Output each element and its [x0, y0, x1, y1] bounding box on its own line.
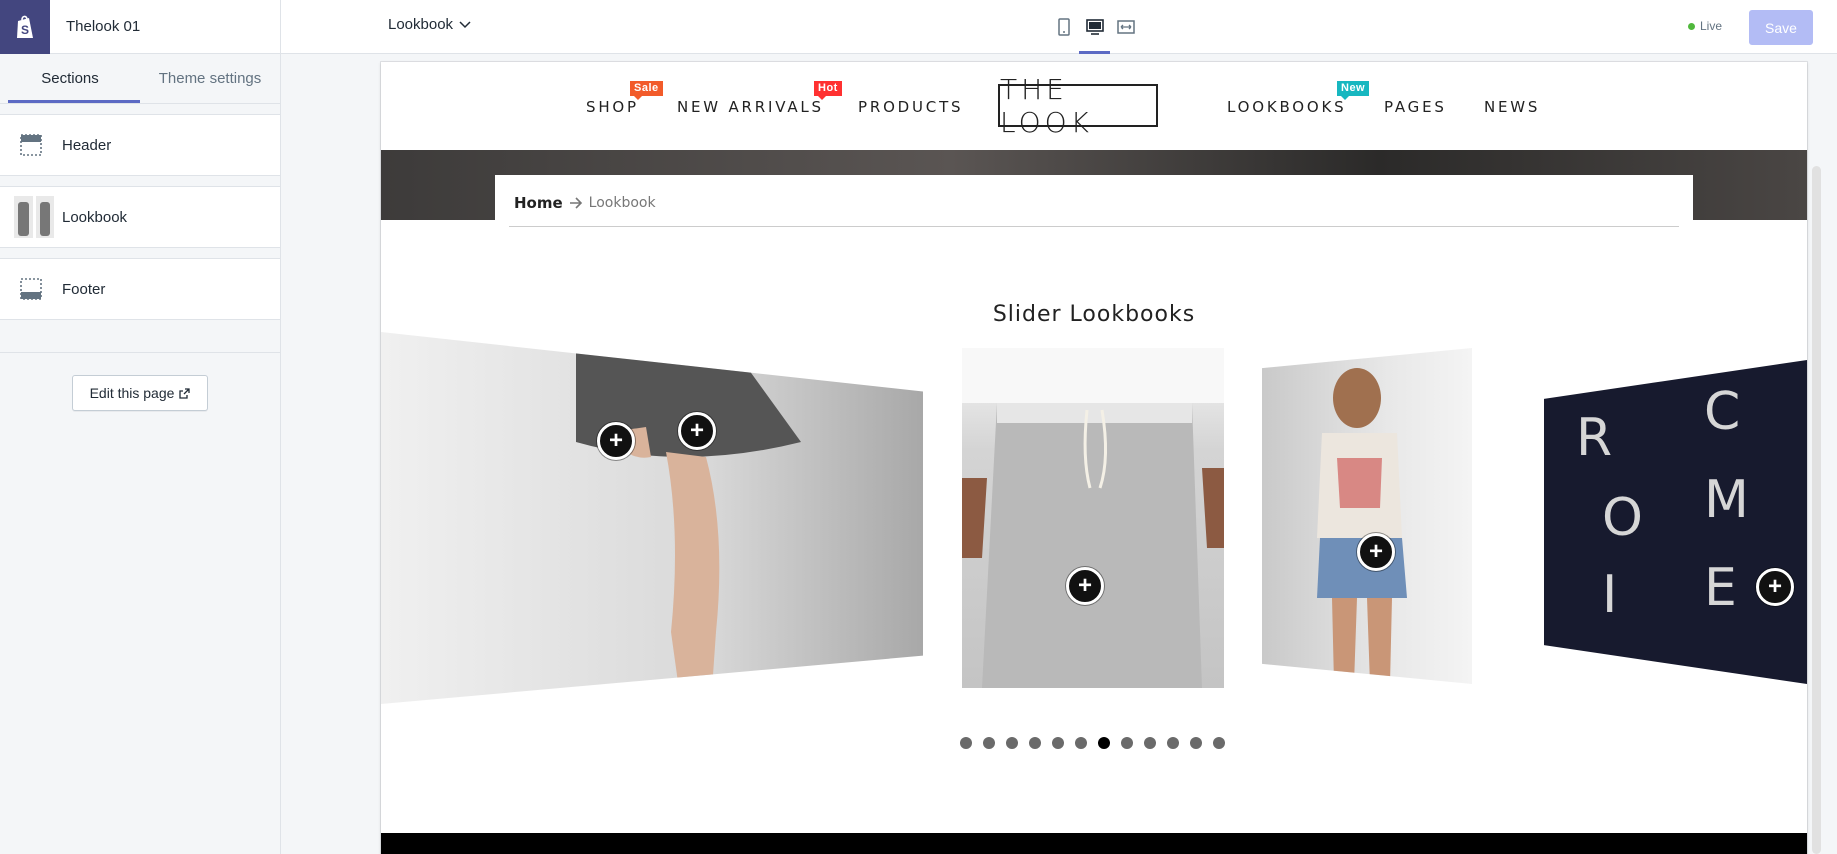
sidebar-header: S Thelook 01	[0, 0, 280, 54]
theme-preview: SHOP Sale NEW ARRIVALS Hot PRODUCTS THE …	[381, 62, 1807, 854]
slider-dot[interactable]	[1190, 737, 1202, 749]
section-item-footer[interactable]: Footer	[0, 258, 280, 320]
editor-topbar: Lookbook Live Save	[281, 0, 1837, 54]
nav-new-arrivals[interactable]: NEW ARRIVALS	[677, 98, 824, 116]
header-layout-icon	[0, 134, 62, 156]
section-label: Header	[62, 136, 112, 154]
slider-dot[interactable]	[1144, 737, 1156, 749]
lookbook-slide-2[interactable]	[962, 348, 1224, 688]
tab-theme-settings[interactable]: Theme settings	[140, 54, 280, 103]
breadcrumb-divider	[509, 226, 1679, 227]
slider-dot[interactable]	[1213, 737, 1225, 749]
save-button[interactable]: Save	[1749, 10, 1813, 45]
slide-letter: M	[1704, 470, 1749, 530]
section-label: Footer	[62, 280, 106, 298]
external-link-icon	[179, 387, 191, 399]
slide-letter: I	[1602, 565, 1618, 625]
slider-dot[interactable]	[1098, 737, 1110, 749]
fullwidth-icon	[1116, 20, 1135, 34]
page-selector[interactable]: Lookbook	[388, 16, 471, 33]
section-item-header[interactable]: Header	[0, 114, 280, 176]
slider-title: Slider Lookbooks	[992, 302, 1196, 327]
hotspot-plus-icon[interactable]: +	[1066, 567, 1104, 605]
slide-letter: R	[1576, 408, 1613, 468]
hotspot-plus-icon[interactable]: +	[1756, 568, 1794, 606]
lookbook-slide-4[interactable]: R C O M I E	[1544, 360, 1807, 684]
theme-name: Thelook 01	[66, 18, 141, 35]
footer-bar	[381, 833, 1807, 854]
hotspot-plus-icon[interactable]: +	[597, 422, 635, 460]
sidebar: S Thelook 01 Sections Theme settings Hea…	[0, 0, 281, 854]
hotspot-plus-icon[interactable]: +	[678, 412, 716, 450]
slider-dot[interactable]	[1167, 737, 1179, 749]
arrow-right-icon	[569, 197, 582, 209]
slider-dot[interactable]	[960, 737, 972, 749]
nav-news[interactable]: NEWS	[1484, 98, 1540, 116]
preview-scrollbar[interactable]	[1812, 166, 1821, 854]
breadcrumb-home[interactable]: Home	[514, 194, 563, 212]
slider-dot[interactable]	[1052, 737, 1064, 749]
breadcrumb-container	[495, 175, 1693, 227]
new-badge: New	[1337, 81, 1370, 100]
store-nav: SHOP Sale NEW ARRIVALS Hot PRODUCTS THE …	[381, 62, 1807, 150]
footer-layout-icon	[0, 278, 62, 300]
lookbook-thumbnail	[14, 196, 54, 238]
slide-letter: O	[1602, 488, 1643, 548]
page-selector-label: Lookbook	[388, 16, 454, 33]
slide-letter: E	[1704, 558, 1737, 618]
desktop-view-button[interactable]	[1079, 0, 1110, 54]
lookbook-slide-1[interactable]	[381, 332, 923, 704]
hot-badge: Hot	[814, 81, 842, 100]
slider-dot[interactable]	[1075, 737, 1087, 749]
hotspot-plus-icon[interactable]: +	[1357, 533, 1395, 571]
live-label: Live	[1699, 19, 1722, 33]
nav-shop[interactable]: SHOP	[586, 98, 639, 116]
mobile-icon	[1057, 18, 1070, 36]
device-toggle	[1048, 0, 1141, 54]
fullwidth-view-button[interactable]	[1110, 0, 1141, 54]
lookbook-slide-3[interactable]	[1262, 348, 1472, 684]
tab-sections[interactable]: Sections	[0, 54, 140, 103]
breadcrumb: Home Lookbook	[514, 194, 656, 212]
live-dot-icon	[1687, 22, 1695, 30]
sidebar-tabs: Sections Theme settings	[0, 54, 280, 104]
section-label: Lookbook	[62, 208, 128, 226]
nav-lookbooks[interactable]: LOOKBOOKS	[1227, 98, 1346, 116]
edit-page-button[interactable]: Edit this page	[72, 375, 208, 411]
svg-text:S: S	[21, 23, 29, 37]
desktop-icon	[1085, 19, 1104, 35]
breadcrumb-current: Lookbook	[588, 195, 656, 211]
shopify-logo-icon[interactable]: S	[0, 0, 50, 54]
sidebar-divider	[0, 352, 280, 353]
chevron-down-icon	[459, 20, 471, 28]
nav-pages[interactable]: PAGES	[1384, 98, 1447, 116]
slider-dot[interactable]	[1006, 737, 1018, 749]
mobile-view-button[interactable]	[1048, 0, 1079, 54]
sale-badge: Sale	[630, 81, 663, 100]
slider-pagination	[960, 737, 1225, 749]
slider-dot[interactable]	[983, 737, 995, 749]
slider-dot[interactable]	[1121, 737, 1133, 749]
store-logo[interactable]: THE LOOK	[998, 73, 1158, 139]
edit-page-label: Edit this page	[89, 385, 175, 401]
live-status: Live	[1687, 19, 1722, 33]
section-item-lookbook[interactable]: Lookbook	[0, 186, 280, 248]
nav-products[interactable]: PRODUCTS	[858, 98, 963, 116]
slide-letter: C	[1704, 382, 1741, 442]
slider-dot[interactable]	[1029, 737, 1041, 749]
